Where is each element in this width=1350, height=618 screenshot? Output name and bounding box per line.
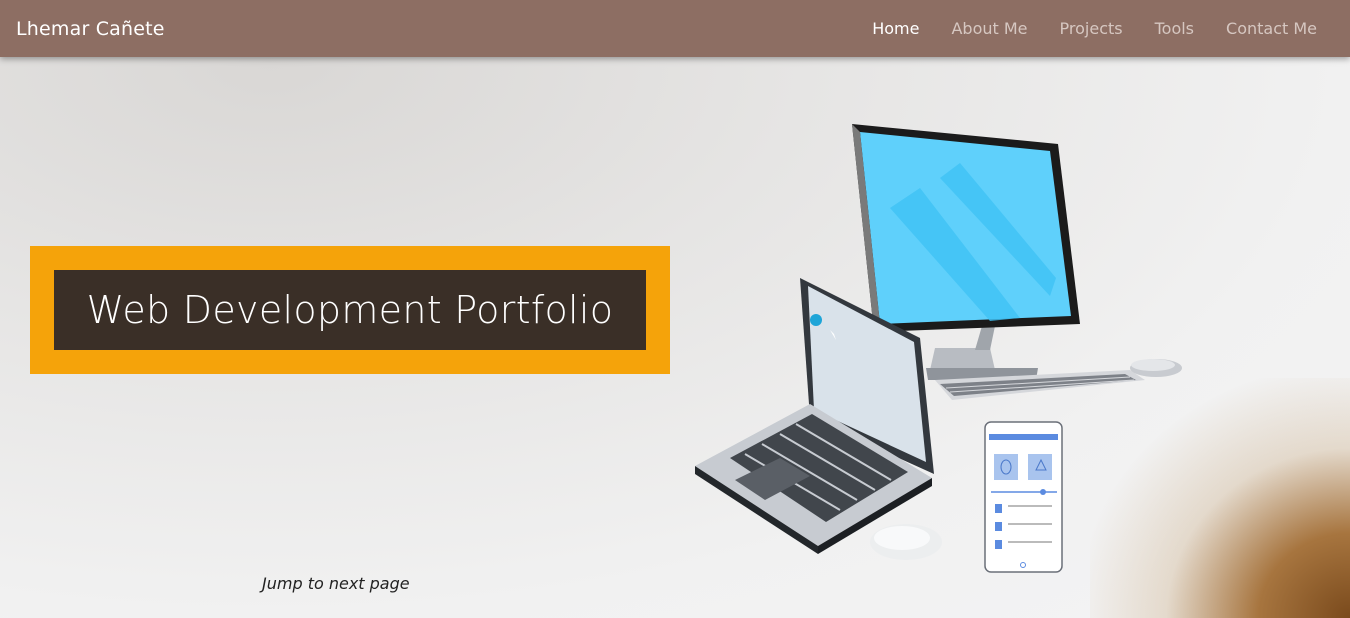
- hero-title: Web Development Portfolio: [86, 288, 614, 332]
- brand-name[interactable]: Lhemar Cañete: [16, 18, 165, 40]
- hero-title-box: Web Development Portfolio: [54, 270, 646, 350]
- smartphone-icon: [984, 421, 1063, 573]
- hero-title-frame: Web Development Portfolio: [30, 246, 670, 374]
- nav-link-projects[interactable]: Projects: [1060, 19, 1123, 38]
- nav-link-about-me[interactable]: About Me: [951, 19, 1027, 38]
- mouse-icon: [1130, 359, 1182, 377]
- nav-link-home[interactable]: Home: [872, 19, 919, 38]
- jump-to-next-page-link[interactable]: Jump to next page: [262, 574, 410, 593]
- devices-illustration: [695, 124, 1182, 573]
- laptop-mouse-icon: [870, 524, 942, 560]
- nav-link-tools[interactable]: Tools: [1155, 19, 1194, 38]
- nav-links: Home About Me Projects Tools Contact Me: [840, 19, 1317, 38]
- navbar: Lhemar Cañete Home About Me Projects Too…: [0, 0, 1350, 57]
- nav-link-contact-me[interactable]: Contact Me: [1226, 19, 1317, 38]
